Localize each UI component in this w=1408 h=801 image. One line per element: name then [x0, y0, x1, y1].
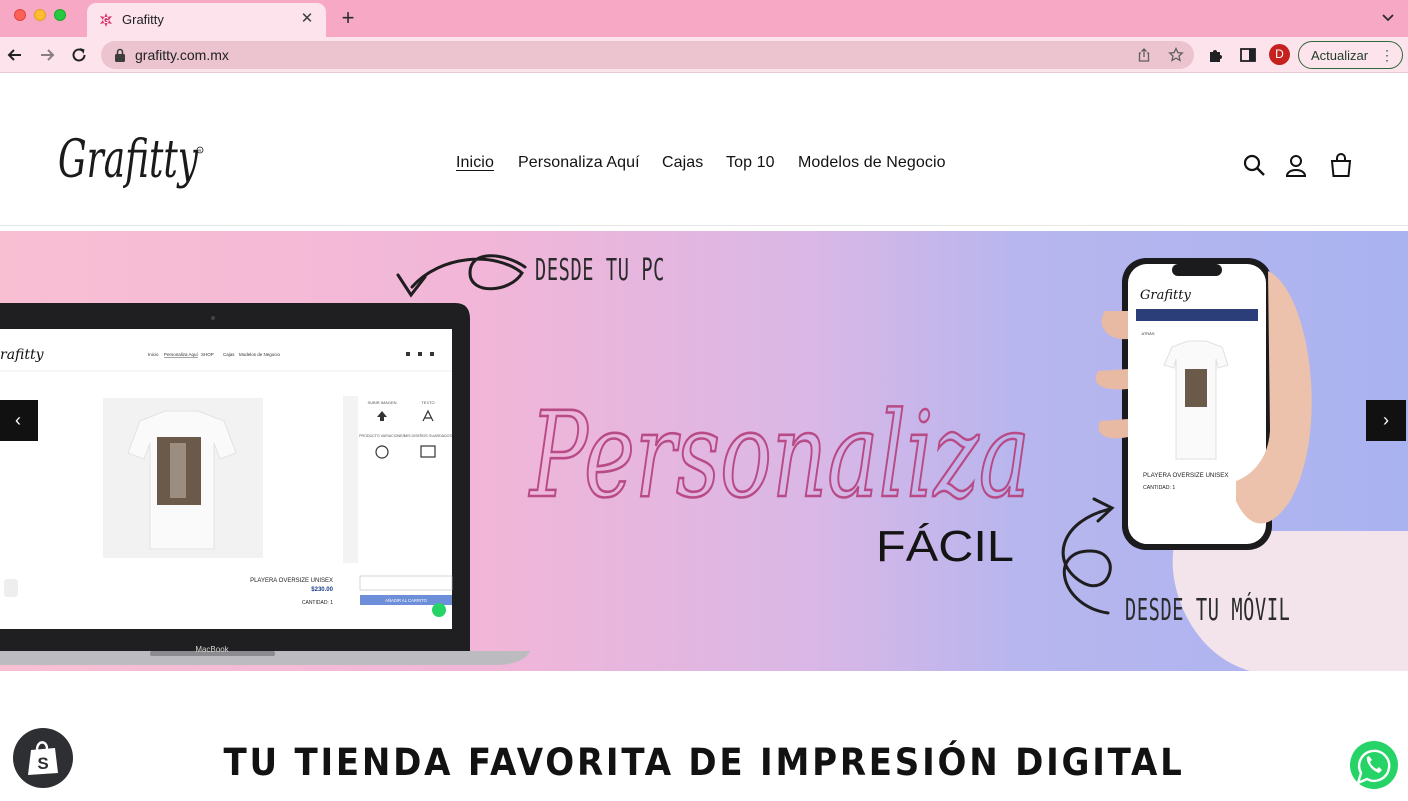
shopify-chat-button[interactable]: S	[13, 728, 73, 788]
logo-text: Grafitty	[58, 130, 198, 190]
reload-icon[interactable]	[69, 45, 89, 65]
update-label: Actualizar	[1311, 48, 1369, 63]
laptop-nav-inicio: Inicio	[148, 352, 159, 357]
svg-text:G: G	[103, 16, 109, 25]
tab-search-chevron-icon[interactable]	[1380, 9, 1396, 25]
close-tab-icon[interactable]: ✕	[297, 9, 317, 29]
laptop-nav-modelos: Modelos de Negocio	[239, 352, 281, 357]
update-browser-button[interactable]: Actualizar ⋮	[1298, 41, 1403, 69]
laptop-panel-text: TEXTO	[421, 400, 434, 405]
phone-back-label: ATRÁS	[1141, 331, 1154, 336]
maximize-window-button[interactable]	[54, 9, 66, 21]
laptop-panel-saved: MIS DISEÑOS GUARDADOS	[404, 433, 452, 438]
bookmark-star-icon[interactable]	[1168, 47, 1184, 63]
share-icon[interactable]	[1136, 47, 1152, 63]
laptop-quantity: CANTIDAD: 1	[302, 600, 333, 606]
section-heading: TU TIENDA FAVORITA DE IMPRESIÓN DIGITAL	[223, 741, 1185, 784]
close-window-button[interactable]	[14, 9, 26, 21]
laptop-mockup: MacBook rafitty Inicio Personaliza Aquí …	[0, 303, 530, 665]
phone-product-name: PLAYERA OVERSIZE UNISEX	[1143, 472, 1229, 479]
grafitty-logo[interactable]: Grafitty R	[56, 122, 211, 204]
laptop-nav-cajas: Cajas	[223, 352, 235, 357]
whatsapp-icon[interactable]	[1348, 739, 1400, 791]
shopify-bag-icon: S	[28, 741, 58, 775]
browser-tab-active[interactable]: G Grafitty ✕	[87, 3, 326, 37]
slider-next-button[interactable]: ›	[1366, 400, 1406, 441]
tab-title: Grafitty	[122, 12, 164, 27]
nav-modelos-de-negocio[interactable]: Modelos de Negocio	[798, 154, 946, 172]
nav-top-10[interactable]: Top 10	[726, 154, 775, 172]
desde-movil-caption: DESDE TU MÓVIL	[1125, 593, 1291, 628]
laptop-panel-upload: SUBIR IMAGEN	[367, 400, 396, 405]
phone-quantity: CANTIDAD: 1	[1143, 485, 1175, 491]
nav-inicio[interactable]: Inicio	[456, 154, 494, 172]
desde-pc-caption: DESDE TU PC	[535, 253, 666, 288]
laptop-site-logo: rafitty	[0, 347, 45, 363]
facil-text: FÁCIL	[876, 522, 1014, 571]
hero-slideshow: MacBook rafitty Inicio Personaliza Aquí …	[0, 231, 1408, 671]
address-bar[interactable]: grafitty.com.mx	[101, 41, 1194, 69]
phone-site-logo: Grafitty	[1140, 288, 1191, 303]
laptop-add-to-cart: AÑADIR AL CARRITO	[385, 598, 427, 603]
extensions-puzzle-icon[interactable]	[1207, 46, 1225, 64]
url-text[interactable]: grafitty.com.mx	[135, 47, 229, 63]
site-header: Grafitty R Inicio Personaliza Aquí Cajas…	[0, 74, 1408, 226]
nav-personaliza-aqui[interactable]: Personaliza Aquí	[518, 154, 640, 172]
forward-arrow-icon[interactable]	[37, 45, 57, 65]
desde-pc-arrow-icon	[410, 254, 527, 291]
new-tab-button[interactable]: +	[336, 6, 360, 30]
laptop-nav-personaliza: Personaliza Aquí	[164, 352, 199, 357]
desde-movil-arrow-icon	[1061, 507, 1112, 615]
account-icon[interactable]	[1283, 152, 1309, 178]
svg-text:S: S	[37, 754, 48, 773]
laptop-panel-variations: PRODUCTO VARIACIONES	[359, 434, 405, 438]
cart-icon[interactable]	[1328, 152, 1354, 178]
browser-tab-bar: G Grafitty ✕ +	[0, 0, 1408, 37]
laptop-nav-shop: SHOP	[201, 352, 214, 357]
browser-menu-icon[interactable]: ⋮	[1380, 47, 1394, 63]
search-icon[interactable]	[1241, 152, 1267, 178]
nav-cajas[interactable]: Cajas	[662, 154, 703, 172]
laptop-product-name: PLAYERA OVERSIZE UNISEX	[250, 578, 333, 584]
lock-icon[interactable]	[114, 48, 126, 62]
profile-avatar[interactable]: D	[1269, 44, 1290, 65]
slider-prev-button[interactable]: ‹	[0, 400, 38, 441]
laptop-brand: MacBook	[195, 645, 229, 654]
side-panel-icon[interactable]	[1239, 46, 1257, 64]
laptop-product-price: $230.00	[311, 587, 333, 593]
minimize-window-button[interactable]	[34, 9, 46, 21]
browser-toolbar: grafitty.com.mx D Actualizar ⋮	[0, 37, 1408, 73]
svg-text:R: R	[199, 148, 202, 153]
back-arrow-icon[interactable]	[5, 45, 25, 65]
grafitty-favicon-icon: G	[100, 13, 112, 27]
personaliza-script-text: Personaliza	[529, 386, 1030, 524]
